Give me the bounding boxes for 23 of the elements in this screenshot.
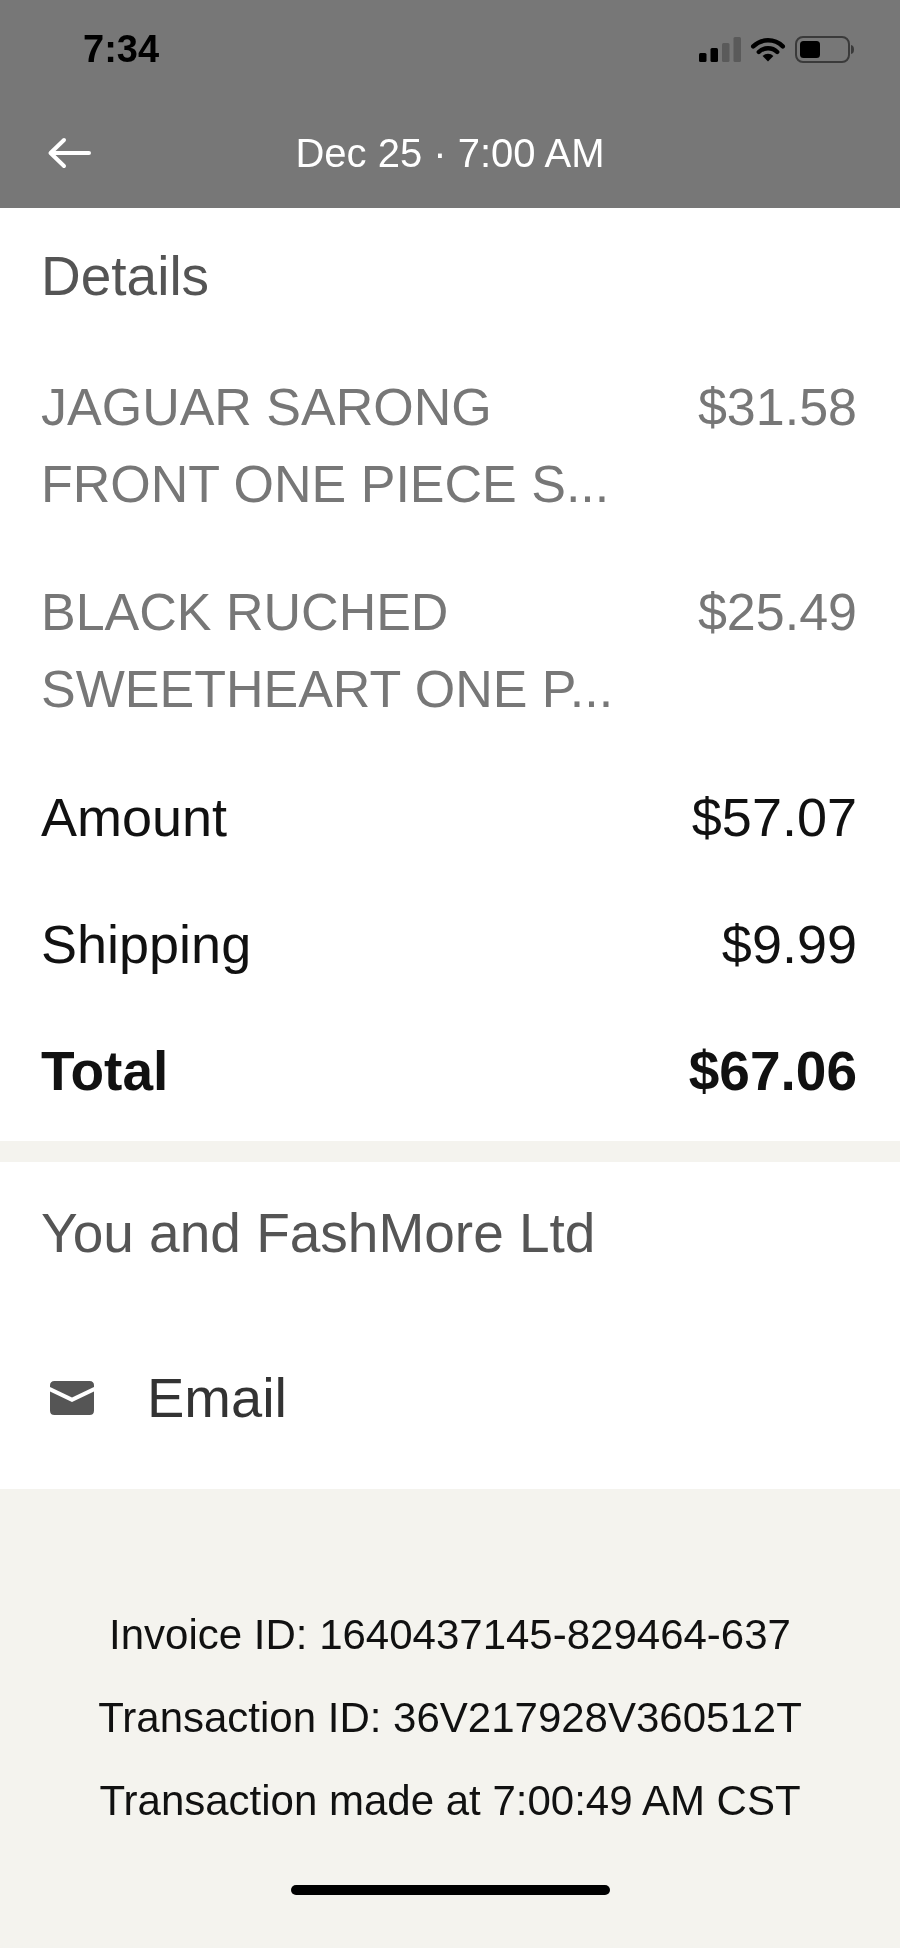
item-name: JAGUAR SARONG FRONT ONE PIECE S...: [41, 377, 611, 515]
wifi-icon: [750, 36, 786, 62]
transaction-info-text: Transaction ID: 36V217928V360512T: [98, 1693, 802, 1743]
item-price: $31.58: [697, 377, 857, 438]
summary-value: $67.06: [688, 1039, 857, 1104]
transaction-info-text: Invoice ID: 1640437145-829464-637: [109, 1610, 791, 1660]
summary-value: $57.07: [691, 786, 857, 849]
item-name: BLACK RUCHED SWEETHEART ONE P...: [41, 582, 615, 720]
section-heading: You and FashMore Ltd: [41, 1201, 597, 1266]
summary-label: Shipping: [41, 913, 252, 976]
battery-icon: [795, 35, 854, 63]
summary-label: Amount: [41, 786, 228, 849]
email-link[interactable]: Email: [41, 1363, 288, 1433]
mail-icon: [50, 1381, 94, 1415]
summary-value: $9.99: [721, 913, 857, 976]
item-price: $25.49: [697, 582, 857, 643]
section-heading: Details: [41, 244, 211, 309]
left-arrow-icon[interactable]: [47, 137, 91, 169]
signal-icon: [699, 36, 741, 62]
nav-title: Dec 25 · 7:00 AM: [295, 130, 605, 176]
summary-label: Total: [41, 1039, 169, 1104]
transaction-info-text: Transaction made at 7:00:49 AM CST: [99, 1776, 801, 1826]
status-time: 7:34: [83, 27, 160, 71]
